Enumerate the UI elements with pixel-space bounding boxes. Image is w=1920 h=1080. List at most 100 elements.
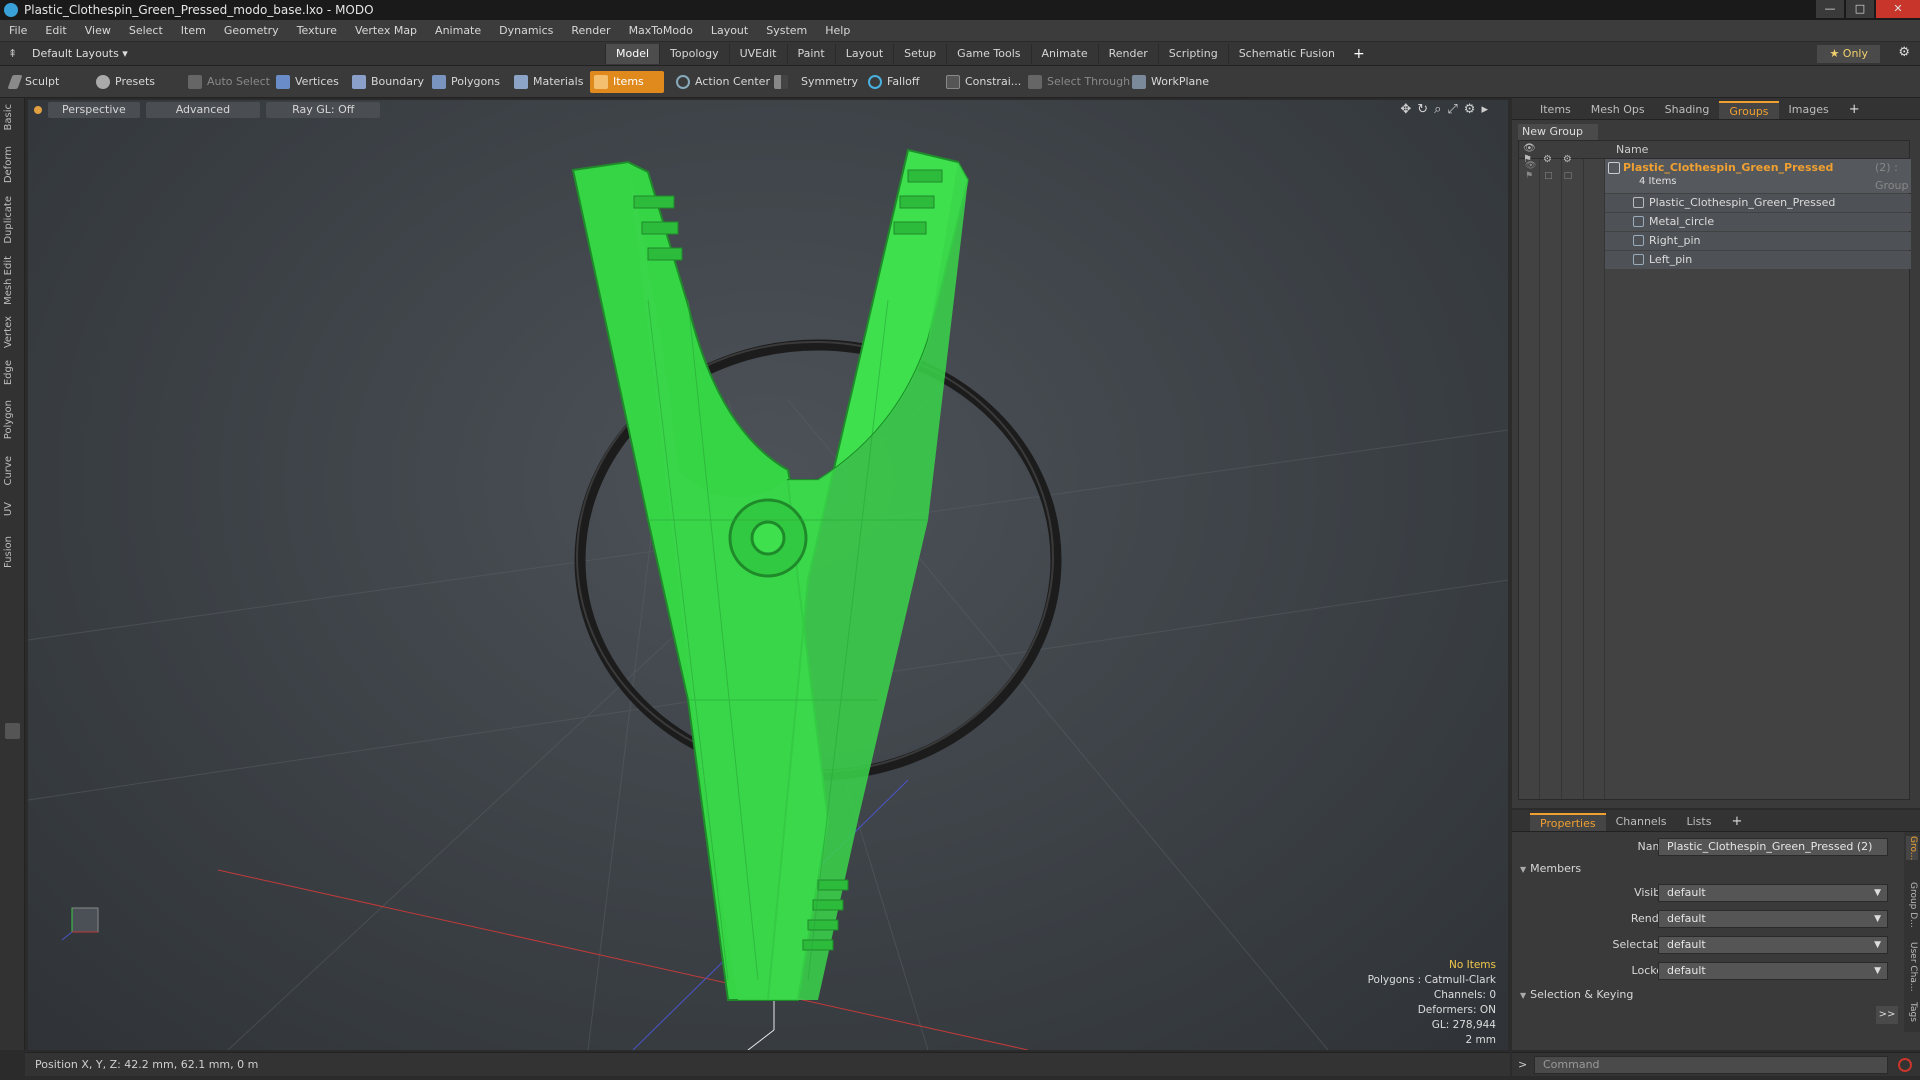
only-button[interactable]: ★ Only: [1817, 45, 1880, 63]
add-properties-tab-button[interactable]: +: [1721, 813, 1752, 831]
layout-switch-icon[interactable]: ⇞: [8, 47, 22, 60]
group-row-toggles[interactable]: 👁⚑□□: [1525, 161, 1605, 181]
members-section[interactable]: ▼ Members: [1520, 862, 1581, 875]
selectable-dropdown[interactable]: default ▼: [1658, 936, 1888, 954]
locked-dropdown[interactable]: default ▼: [1658, 962, 1888, 980]
group-item-count: 4 Items: [1639, 176, 1677, 187]
sculpt-button[interactable]: Sculpt: [6, 71, 65, 93]
gear-icon[interactable]: ⚙: [1898, 45, 1910, 60]
tab-game-tools[interactable]: Game Tools: [946, 44, 1030, 64]
boundary-button[interactable]: Boundary: [348, 71, 430, 93]
tab-lists[interactable]: Lists: [1677, 813, 1722, 831]
name-column-header[interactable]: Name: [1616, 143, 1648, 156]
falloff-button[interactable]: Falloff: [864, 71, 925, 93]
menu-vertex-map[interactable]: Vertex Map: [346, 24, 426, 37]
list-item[interactable]: Left_pin: [1605, 251, 1911, 269]
tab-model[interactable]: Model: [605, 44, 660, 64]
add-panel-tab-button[interactable]: +: [1839, 101, 1870, 119]
menu-system[interactable]: System: [757, 24, 816, 37]
left-tab-polygon[interactable]: Polygon: [3, 400, 22, 439]
tab-mesh-ops[interactable]: Mesh Ops: [1581, 101, 1655, 119]
auto-select-button[interactable]: Auto Select: [184, 71, 276, 93]
tab-items[interactable]: Items: [1530, 101, 1581, 119]
menu-render[interactable]: Render: [562, 24, 619, 37]
default-layouts-dropdown[interactable]: Default Layouts ▾: [32, 47, 128, 60]
3d-viewport[interactable]: Perspective Advanced Ray GL: Off ✥↻⌕⤢⚙▸ …: [28, 100, 1508, 1050]
minimize-button[interactable]: —: [1816, 0, 1844, 18]
tab-groups[interactable]: Groups: [1719, 101, 1779, 119]
workplane-button[interactable]: WorkPlane: [1128, 71, 1215, 93]
left-tab-curve[interactable]: Curve: [3, 456, 22, 486]
menu-texture[interactable]: Texture: [288, 24, 346, 37]
add-layout-tab-button[interactable]: +: [1345, 46, 1373, 62]
expand-button[interactable]: >>: [1876, 1006, 1898, 1024]
side-tab-group[interactable]: Gro...: [1906, 836, 1918, 861]
tab-uvedit[interactable]: UVEdit: [728, 44, 787, 64]
viewport-nav-icons[interactable]: ✥↻⌕⤢⚙▸: [1400, 102, 1494, 117]
left-tab-deform[interactable]: Deform: [3, 146, 22, 183]
menu-geometry[interactable]: Geometry: [215, 24, 288, 37]
menu-select[interactable]: Select: [120, 24, 172, 37]
name-field[interactable]: Plastic_Clothespin_Green_Pressed (2): [1658, 838, 1888, 856]
list-item[interactable]: Right_pin: [1605, 232, 1911, 250]
tab-shading[interactable]: Shading: [1655, 101, 1720, 119]
selection-keying-section[interactable]: ▼ Selection & Keying: [1520, 988, 1633, 1001]
side-tab-tags[interactable]: Tags: [1906, 1002, 1918, 1022]
render-dropdown[interactable]: default ▼: [1658, 910, 1888, 928]
tab-layout[interactable]: Layout: [834, 44, 893, 64]
left-panel-toggle[interactable]: [5, 723, 20, 739]
tab-animate[interactable]: Animate: [1030, 44, 1098, 64]
menu-edit[interactable]: Edit: [36, 24, 75, 37]
materials-button[interactable]: Materials: [510, 71, 589, 93]
tab-scripting[interactable]: Scripting: [1157, 44, 1228, 64]
group-row[interactable]: Plastic_Clothespin_Green_Pressed (2) : G…: [1605, 159, 1911, 193]
left-tab-duplicate[interactable]: Duplicate: [3, 196, 22, 244]
left-tab-basic[interactable]: Basic: [3, 104, 22, 130]
left-tab-uv[interactable]: UV: [3, 502, 22, 516]
raygl-button[interactable]: Ray GL: Off: [266, 102, 381, 118]
list-item[interactable]: Metal_circle: [1605, 213, 1911, 231]
tab-render[interactable]: Render: [1097, 44, 1158, 64]
left-tab-edge[interactable]: Edge: [3, 360, 22, 385]
record-macro-icon[interactable]: [1898, 1058, 1912, 1072]
presets-button[interactable]: Presets: [92, 71, 161, 93]
menu-maxtomodo[interactable]: MaxToModo: [620, 24, 702, 37]
left-tab-vertex[interactable]: Vertex: [3, 316, 22, 348]
side-tab-user-channels[interactable]: User Cha...: [1906, 942, 1918, 991]
polygons-button[interactable]: Polygons: [428, 71, 506, 93]
tab-topology[interactable]: Topology: [659, 44, 729, 64]
list-item[interactable]: Plastic_Clothespin_Green_Pressed: [1605, 194, 1911, 212]
left-tab-fusion[interactable]: Fusion: [3, 536, 22, 568]
menu-file[interactable]: File: [0, 24, 36, 37]
left-tab-mesh-edit[interactable]: Mesh Edit: [3, 256, 22, 305]
items-button[interactable]: Items: [590, 71, 664, 93]
menu-dynamics[interactable]: Dynamics: [490, 24, 562, 37]
tab-setup[interactable]: Setup: [893, 44, 946, 64]
menu-animate[interactable]: Animate: [426, 24, 490, 37]
viewport-options-icon[interactable]: [34, 106, 42, 114]
tab-schematic-fusion[interactable]: Schematic Fusion: [1227, 44, 1345, 64]
tab-properties[interactable]: Properties: [1530, 813, 1606, 831]
visible-dropdown[interactable]: default ▼: [1658, 884, 1888, 902]
maximize-button[interactable]: □: [1846, 0, 1874, 18]
shading-mode-button[interactable]: Advanced: [145, 102, 261, 118]
select-through-button[interactable]: Select Through: [1024, 71, 1136, 93]
tab-channels[interactable]: Channels: [1606, 813, 1677, 831]
close-button[interactable]: ✕: [1876, 0, 1920, 18]
tab-images[interactable]: Images: [1779, 101, 1839, 119]
command-input[interactable]: Command: [1534, 1056, 1888, 1074]
new-group-button[interactable]: New Group: [1518, 124, 1598, 140]
side-tab-group-display[interactable]: Group D...: [1906, 882, 1918, 928]
action-center-button[interactable]: Action Center: [672, 71, 776, 93]
polygons-info: Polygons : Catmull-Clark: [1367, 974, 1496, 986]
command-arrow-icon: >: [1518, 1058, 1528, 1071]
tab-paint[interactable]: Paint: [786, 44, 835, 64]
menu-layout[interactable]: Layout: [702, 24, 757, 37]
symmetry-button[interactable]: Symmetry: [770, 71, 864, 93]
shield-icon: [188, 75, 202, 89]
menu-item[interactable]: Item: [172, 24, 215, 37]
perspective-view-button[interactable]: Perspective: [48, 102, 140, 118]
menu-help[interactable]: Help: [816, 24, 859, 37]
constraints-button[interactable]: Constrai...: [942, 71, 1027, 93]
menu-view[interactable]: View: [76, 24, 120, 37]
